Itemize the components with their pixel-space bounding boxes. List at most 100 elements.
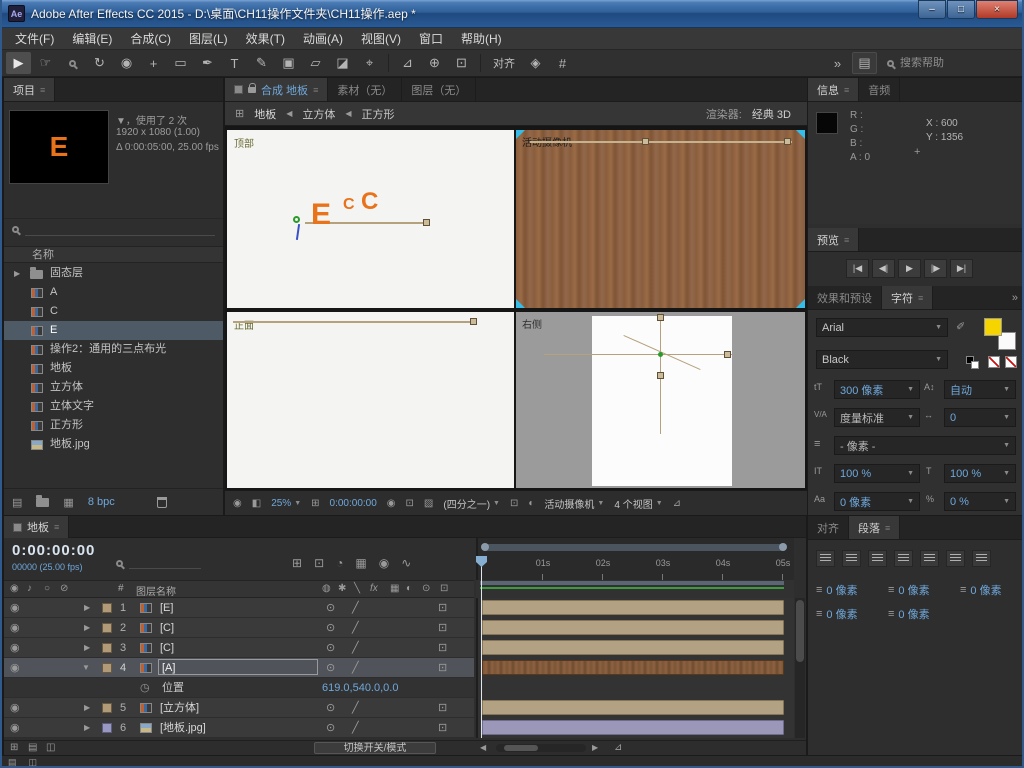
scrollbar-thumb[interactable] [796, 600, 804, 662]
align-center-button[interactable] [842, 550, 861, 567]
menu-item-effect[interactable]: 效果(T) [237, 28, 294, 50]
timeline-navigator-bar[interactable] [482, 544, 786, 551]
transparency-grid-icon[interactable]: ▨ [424, 498, 433, 509]
project-item-row[interactable]: C [4, 302, 223, 321]
tab-align[interactable]: 对齐 [808, 516, 849, 539]
twirl-icon[interactable]: ▶ [14, 264, 20, 283]
help-search-field[interactable] [879, 57, 1018, 69]
menu-item-file[interactable]: 文件(F) [6, 28, 63, 50]
eyedropper-icon[interactable]: ✐ [956, 320, 965, 333]
grid-guides-icon[interactable]: ⊞ [311, 498, 319, 509]
clone-stamp-tool[interactable]: ▣ [276, 52, 301, 74]
menu-item-help[interactable]: 帮助(H) [452, 28, 511, 50]
menu-item-composition[interactable]: 合成(C) [121, 28, 180, 50]
property-value[interactable]: 619.0,540.0,0.0 [322, 678, 398, 698]
puppet-pin-tool[interactable]: ⌖ [357, 52, 382, 74]
cube-3d-switch-icon[interactable]: ⊡ [438, 638, 447, 658]
project-item-row[interactable]: 正方形 [4, 416, 223, 435]
navigator-handle-left[interactable] [481, 543, 489, 551]
cube-3d-switch-icon[interactable]: ⊡ [438, 718, 447, 738]
no-stroke-swatch[interactable] [1005, 356, 1017, 368]
baseline-shift-select[interactable]: 0 像素 ▼ [834, 492, 920, 511]
expand-keys-icon[interactable]: ▤ [28, 742, 37, 753]
view-active-camera[interactable]: 活动摄像机 [516, 130, 805, 308]
layer-path-line[interactable] [233, 321, 475, 323]
timeline-zoom-icon[interactable]: ⊿ [614, 742, 622, 753]
new-folder-icon[interactable] [36, 498, 49, 507]
space-before-field[interactable]: ≡ 0 像素 [816, 606, 858, 622]
previous-frame-button[interactable]: ◀| [872, 259, 895, 278]
label-color-chip[interactable] [102, 703, 112, 713]
composition-timecode[interactable]: 0:00:00:00 [330, 498, 377, 509]
project-item-row[interactable]: A [4, 283, 223, 302]
layer-row-1[interactable]: ◉ ▶ 1 [E] ⊙ ╱ ⊡ [4, 598, 474, 618]
zoom-select[interactable]: 25% ▼ [271, 498, 301, 509]
project-search-input[interactable] [25, 224, 215, 236]
label-color-chip[interactable] [102, 603, 112, 613]
font-style-select[interactable]: Black ▼ [816, 350, 948, 369]
maximize-button[interactable]: □ [947, 0, 975, 19]
panel-grid-icon[interactable]: ◫ [29, 757, 38, 768]
brush-tool[interactable]: ✎ [249, 52, 274, 74]
layer-row-3[interactable]: ◉ ▶ 3 [C] ⊙ ╱ ⊡ [4, 638, 474, 658]
breadcrumb-item[interactable]: 地板 [254, 106, 276, 122]
next-frame-button[interactable]: |▶ [924, 259, 947, 278]
layer-plane[interactable] [592, 316, 732, 486]
eye-icon[interactable]: ◉ [10, 598, 20, 618]
hide-shy-layers-icon[interactable]: ◔ [336, 556, 343, 570]
layer-handle[interactable] [470, 318, 477, 325]
panel-menu-icon[interactable]: ≡ [54, 522, 59, 532]
last-frame-button[interactable]: ▶| [950, 259, 973, 278]
timeline-search-field[interactable] [116, 558, 201, 569]
quality-switch-icon[interactable]: ╱ [352, 638, 359, 658]
twirl-icon[interactable]: ▶ [84, 718, 90, 738]
navigator-handle-right[interactable] [779, 543, 787, 551]
layer-duration-bar-6[interactable] [482, 720, 784, 735]
indent-first-line-field[interactable]: ≡ 0 像素 [888, 582, 930, 598]
font-size-select[interactable]: 300 像素 ▼ [834, 380, 920, 399]
local-axis-mode-button[interactable]: ⊿ [395, 52, 420, 74]
menu-item-layer[interactable]: 图层(L) [180, 28, 237, 50]
view-axis-mode-button[interactable]: ⊡ [449, 52, 474, 74]
eye-icon[interactable]: ◉ [10, 658, 20, 678]
snap-shape-icon[interactable]: ◈ [523, 52, 548, 74]
camera-tool[interactable]: ◉ [114, 52, 139, 74]
layer-row-6[interactable]: ◉ ▶ 6 [地板.jpg] ⊙ ╱ ⊡ [4, 718, 474, 738]
layer-handle[interactable] [657, 372, 664, 379]
anchor-switch-icon[interactable]: ⊙ [326, 638, 335, 658]
new-composition-icon[interactable]: ▦ [63, 496, 73, 509]
resolution-select[interactable]: (四分之一) ▼ [443, 496, 500, 511]
cube-3d-switch-icon[interactable]: ⊡ [438, 698, 447, 718]
indent-left-field[interactable]: ≡ 0 像素 [816, 582, 858, 598]
justify-last-right-button[interactable] [946, 550, 965, 567]
project-item-row[interactable]: 地板 [4, 359, 223, 378]
tab-info[interactable]: 信息 ≡ [808, 78, 859, 101]
cube-3d-switch-icon[interactable]: ⊡ [438, 618, 447, 638]
interpret-footage-icon[interactable]: ▤ [12, 496, 22, 509]
anchor-switch-icon[interactable]: ⊙ [326, 698, 335, 718]
justify-all-button[interactable] [972, 550, 991, 567]
tab-character[interactable]: 字符 ≡ [882, 286, 933, 309]
project-bit-depth-button[interactable]: 8 bpc [88, 496, 115, 508]
zoom-tool[interactable] [60, 52, 85, 74]
tab-audio[interactable]: 音频 [859, 78, 900, 101]
panel-overflow-icon[interactable]: » [1006, 286, 1024, 309]
layer-duration-bar-4[interactable] [482, 660, 784, 675]
layer-top-edge-line[interactable] [530, 141, 792, 143]
snap-align-toggle[interactable]: 对齐 [487, 55, 521, 71]
label-color-chip[interactable] [102, 723, 112, 733]
layer-handle[interactable] [642, 138, 649, 145]
tab-footage[interactable]: 素材（无） [328, 78, 402, 101]
selection-tool[interactable]: ▶ [6, 52, 31, 74]
tab-composition[interactable]: 合成 地板 ≡ [225, 78, 328, 101]
timeline-current-timecode[interactable]: 0:00:00:00 [12, 542, 95, 559]
panel-menu-icon[interactable]: ≡ [885, 523, 890, 533]
panel-menu-icon[interactable]: ≡ [40, 85, 45, 95]
quality-switch-icon[interactable]: ╱ [352, 598, 359, 618]
motion-blur-icon[interactable]: ◉ [379, 556, 389, 570]
tab-layer[interactable]: 图层（无） [402, 78, 476, 101]
play-button[interactable]: ▶ [898, 259, 921, 278]
breadcrumb-item[interactable]: 正方形 [362, 106, 395, 122]
tab-project[interactable]: 项目 ≡ [4, 78, 55, 101]
leading-select[interactable]: 自动 ▼ [944, 380, 1016, 399]
